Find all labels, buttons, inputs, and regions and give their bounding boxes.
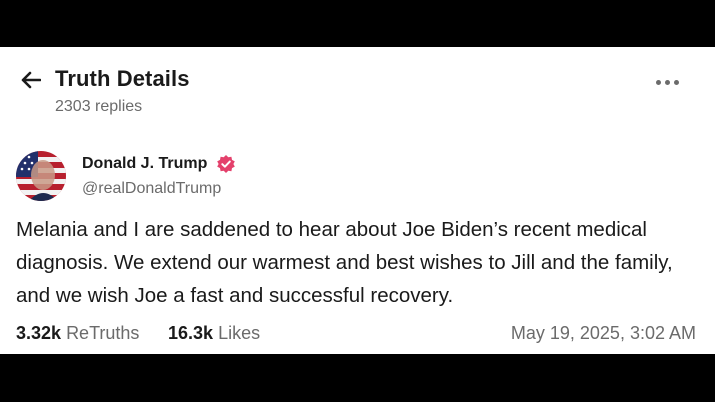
verified-badge-icon xyxy=(217,155,235,173)
likes-stat[interactable]: 16.3k Likes xyxy=(168,323,260,344)
truth-details-card: Truth Details 2303 replies Donald J. Tru… xyxy=(0,47,715,354)
reply-count[interactable]: 2303 replies xyxy=(55,98,142,116)
author-handle[interactable]: @realDonaldTrump xyxy=(82,180,221,198)
more-dot xyxy=(673,79,679,85)
more-dot xyxy=(664,79,670,85)
page-title: Truth Details xyxy=(55,66,190,91)
more-horizontal-icon xyxy=(655,79,661,85)
retruths-count: 3.32k xyxy=(16,323,62,343)
likes-count: 16.3k xyxy=(168,323,214,343)
back-button[interactable] xyxy=(18,68,44,92)
page-header: Truth Details 2303 replies xyxy=(0,47,715,137)
avatar[interactable] xyxy=(16,151,66,201)
post-stats: 3.32k ReTruths 16.3k Likes May 19, 2025,… xyxy=(16,323,696,347)
retruths-label: ReTruths xyxy=(66,323,140,343)
retruths-stat[interactable]: 3.32k ReTruths xyxy=(16,323,139,344)
avatar-image xyxy=(16,151,66,201)
author-display-name[interactable]: Donald J. Trump xyxy=(82,155,207,173)
arrow-left-icon xyxy=(21,71,41,89)
post-body: Melania and I are saddened to hear about… xyxy=(16,218,673,307)
post-timestamp: May 19, 2025, 3:02 AM xyxy=(510,323,696,343)
more-options-button[interactable] xyxy=(652,72,682,92)
likes-label: Likes xyxy=(218,323,261,343)
